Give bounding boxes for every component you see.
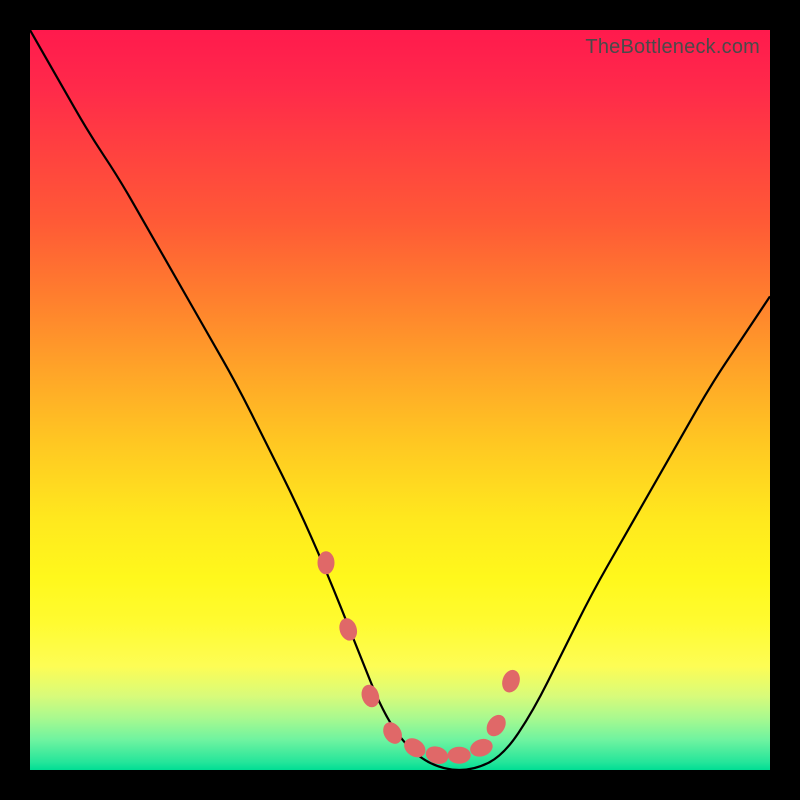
bead <box>359 683 381 709</box>
curve-line <box>30 30 770 770</box>
bead <box>468 737 494 759</box>
bead <box>380 719 405 746</box>
bead <box>318 552 334 574</box>
bead <box>401 735 428 761</box>
highlight-beads <box>318 552 522 766</box>
plot-area: TheBottleneck.com <box>30 30 770 770</box>
bead <box>448 747 470 763</box>
bead <box>483 712 509 739</box>
chart-frame: TheBottleneck.com <box>0 0 800 800</box>
bottleneck-curve <box>30 30 770 770</box>
bead <box>337 616 359 642</box>
bead <box>500 668 522 694</box>
